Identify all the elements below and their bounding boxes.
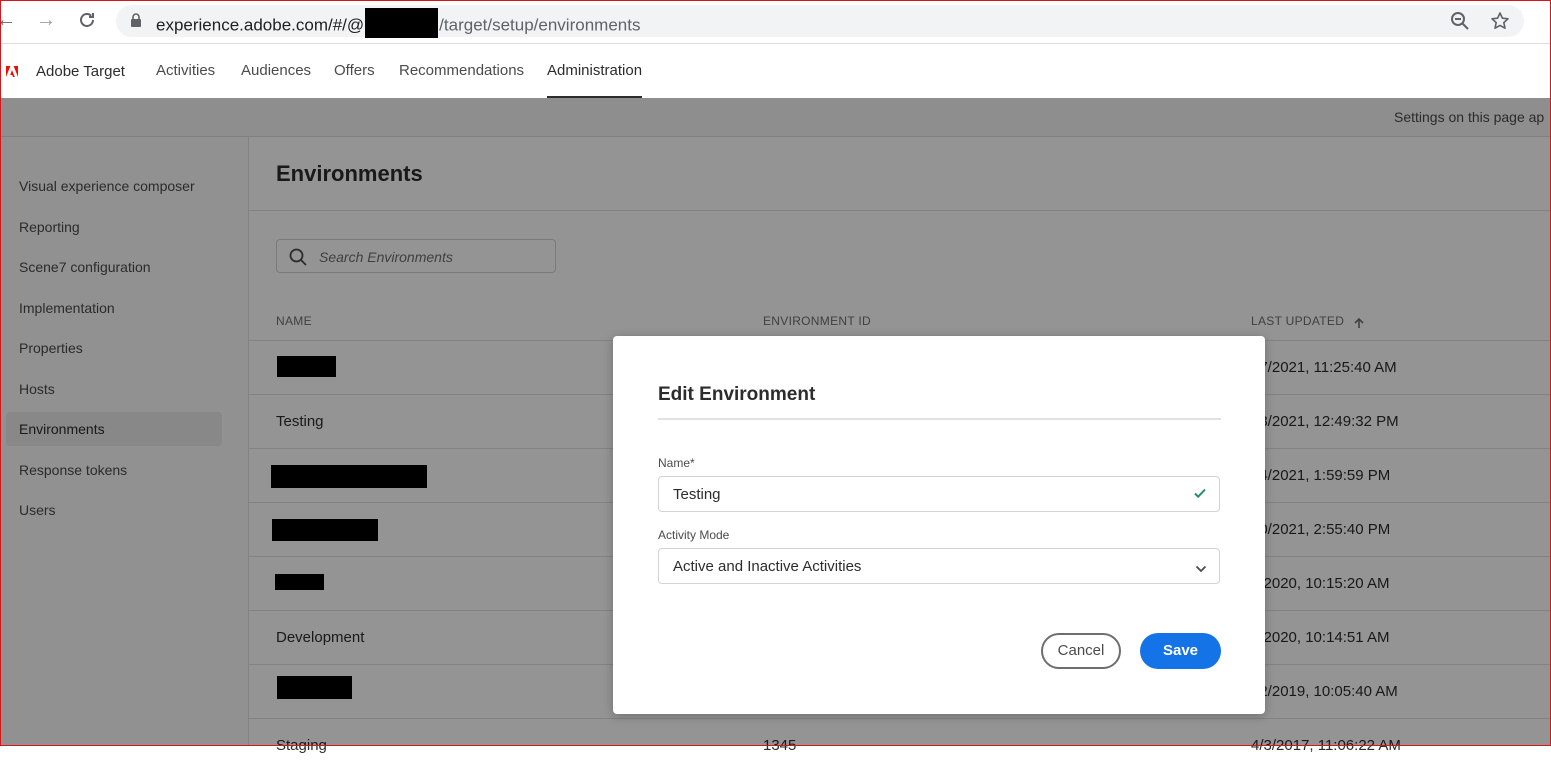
bookmark-star-icon[interactable]	[1490, 11, 1510, 36]
activity-mode-label: Activity Mode	[658, 528, 730, 542]
lock-icon	[130, 13, 142, 33]
valid-checkmark-icon	[1193, 486, 1207, 505]
zoom-icon[interactable]	[1450, 11, 1470, 36]
redacted-block	[365, 8, 439, 38]
cancel-button[interactable]: Cancel	[1041, 633, 1121, 669]
nav-activities[interactable]: Activities	[156, 62, 215, 79]
save-button[interactable]: Save	[1140, 633, 1221, 669]
adobe-logo-icon	[6, 64, 18, 82]
url-domain: experience.adobe.com/#/@	[156, 15, 365, 35]
nav-offers[interactable]: Offers	[334, 62, 375, 79]
back-icon[interactable]: ←	[0, 8, 18, 32]
nav-administration[interactable]: Administration	[547, 62, 643, 98]
app-title[interactable]: Adobe Target	[36, 63, 125, 80]
dialog-divider	[658, 418, 1221, 420]
dialog-title: Edit Environment	[658, 384, 816, 405]
nav-audiences[interactable]: Audiences	[241, 62, 311, 79]
app-header: Adobe Target Activities Audiences Offers…	[0, 44, 1551, 98]
forward-icon[interactable]: →	[34, 8, 58, 32]
address-bar[interactable]: experience.adobe.com/#/@ /target/setup/en…	[116, 5, 1524, 38]
chevron-down-icon	[1195, 561, 1207, 579]
activity-mode-value: Active and Inactive Activities	[673, 558, 862, 575]
browser-toolbar: ← → experience.adobe.com/#/@ /target/setu…	[0, 0, 1551, 44]
activity-mode-select[interactable]: Active and Inactive Activities	[658, 548, 1220, 584]
reload-icon[interactable]	[75, 8, 99, 32]
name-field-value: Testing	[673, 486, 721, 503]
edit-environment-dialog: Edit Environment Name* Testing Activity …	[613, 336, 1265, 714]
url-path: /target/setup/environments	[439, 15, 641, 35]
name-field[interactable]: Testing	[658, 476, 1220, 512]
name-label: Name*	[658, 456, 695, 470]
nav-recommendations[interactable]: Recommendations	[399, 62, 524, 79]
url-text[interactable]: experience.adobe.com/#/@ /target/setup/en…	[156, 8, 641, 41]
